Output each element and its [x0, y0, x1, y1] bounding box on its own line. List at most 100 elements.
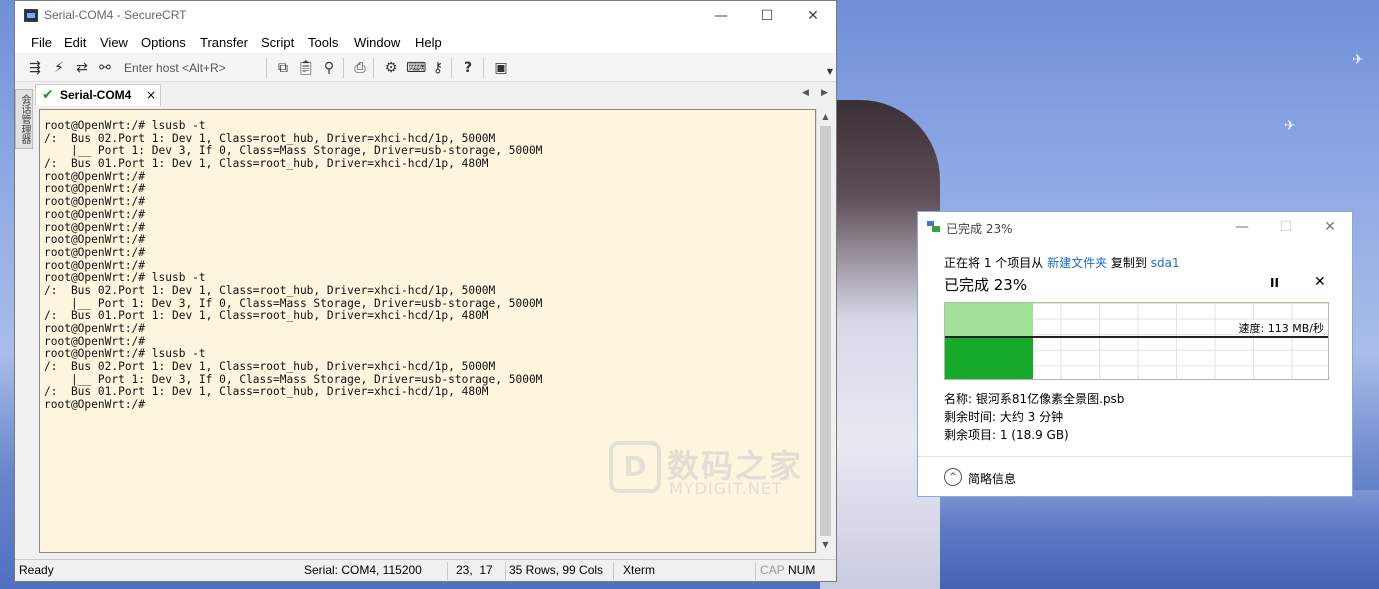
menu-edit[interactable]: Edit: [64, 35, 86, 50]
fewer-details-button[interactable]: 简略信息: [968, 470, 1016, 487]
menu-bar: File Edit View Options Transfer Script T…: [15, 31, 836, 53]
watermark: D 数码之家 MYDIGIT.NET: [609, 441, 809, 501]
keymap-icon[interactable]: ⌨: [406, 59, 426, 77]
connect-icon[interactable]: ⇶: [26, 59, 44, 77]
find-icon[interactable]: ⚲: [320, 59, 338, 77]
reconnect-icon[interactable]: ⇄: [73, 59, 91, 77]
status-caps-lock: CAP: [760, 563, 785, 577]
status-bar: Ready Serial: COM4, 115200 23, 17 35 Row…: [15, 559, 836, 581]
time-remaining: 剩余时间: 大约 3 分钟: [944, 410, 1064, 424]
tab-scroll-right-icon[interactable]: ▶: [821, 88, 828, 98]
tab-serial-com4[interactable]: ✔ Serial-COM4 ×: [35, 84, 161, 106]
title-bar[interactable]: Serial-COM4 - SecureCRT — ☐ ✕: [15, 1, 836, 31]
progress-fill-upper: [945, 303, 1033, 337]
bird-icon: ✈: [1284, 118, 1296, 134]
session-manager-tab[interactable]: 会话管理器: [15, 89, 33, 149]
copy-dialog-icon: [927, 221, 941, 233]
copy-description: 正在将 1 个项目从 新建文件夹 复制到 sda1: [944, 254, 1180, 271]
copy-dialog-title: 已完成 23%: [946, 222, 1013, 236]
screenshot-icon[interactable]: ▣: [492, 59, 510, 77]
menu-file[interactable]: File: [31, 35, 52, 50]
status-terminal-size: 35 Rows, 99 Cols: [509, 563, 604, 577]
terminal-line: /: Bus 02.Port 1: Dev 1, Class=root_hub,…: [44, 360, 496, 374]
terminal-line: root@OpenWrt:/#: [44, 322, 146, 335]
close-button[interactable]: ✕: [1312, 215, 1348, 239]
toolbar-separator: [483, 58, 484, 78]
scrollbar-thumb[interactable]: [820, 126, 831, 536]
status-terminal-type: Xterm: [623, 563, 656, 577]
tab-scroll-left-icon[interactable]: ◀: [802, 88, 809, 98]
chevron-up-icon[interactable]: ^: [944, 468, 962, 486]
toolbar-separator: [266, 58, 267, 78]
status-ready: Ready: [19, 563, 54, 577]
terminal-line: root@OpenWrt:/#: [44, 207, 146, 221]
menu-tools[interactable]: Tools: [308, 35, 338, 50]
terminal-line: root@OpenWrt:/#: [44, 169, 146, 183]
tab-close-icon[interactable]: ×: [146, 88, 156, 102]
speed-line: [945, 336, 1328, 338]
sftp-icon[interactable]: ⚷: [429, 59, 447, 77]
securecrt-window: Serial-COM4 - SecureCRT — ☐ ✕ File Edit …: [14, 0, 837, 582]
menu-transfer[interactable]: Transfer: [200, 35, 248, 50]
progress-percent-label: 已完成 23%: [944, 276, 1028, 294]
print-icon[interactable]: ⎙: [351, 59, 369, 77]
toolbar-separator: [373, 58, 374, 78]
toolbar: ⇶ ⚡ ⇄ ⚯ Enter host <Alt+R> ⧉ 📋︎ ⚲ ⎙ ⚙ ⌨ …: [15, 54, 836, 82]
stop-button[interactable]: ✕: [1314, 274, 1326, 290]
destination-link[interactable]: sda1: [1151, 256, 1180, 270]
securecrt-app-icon: [24, 9, 38, 22]
file-name: 名称: 银河系81亿像素全景图.psb: [944, 392, 1125, 406]
transfer-speed-graph: 速度: 113 MB/秒: [944, 302, 1329, 380]
close-button[interactable]: ✕: [790, 1, 836, 31]
watermark-logo: D: [609, 441, 661, 493]
pause-button[interactable]: II: [1270, 276, 1279, 290]
terminal-line: root@OpenWrt:/#: [44, 245, 146, 259]
terminal-line: root@OpenWrt:/#: [44, 398, 146, 412]
source-folder-link[interactable]: 新建文件夹: [1047, 256, 1107, 270]
status-separator: [755, 562, 756, 580]
menu-help[interactable]: Help: [415, 35, 442, 50]
toolbar-overflow-icon[interactable]: ▼: [821, 63, 839, 81]
copy-progress-dialog: 已完成 23% — ☐ ✕ 正在将 1 个项目从 新建文件夹 复制到 sda1 …: [917, 211, 1353, 497]
terminal-line: /: Bus 01.Port 1: Dev 1, Class=root_hub,…: [44, 309, 489, 323]
window-title: Serial-COM4 - SecureCRT: [44, 8, 187, 22]
copy-icon[interactable]: ⧉: [274, 59, 292, 77]
copy-description-prefix: 正在将 1 个项目从: [944, 256, 1048, 270]
menu-window[interactable]: Window: [354, 35, 400, 50]
maximize-button: ☐: [1279, 219, 1293, 235]
menu-script[interactable]: Script: [261, 35, 294, 50]
maximize-button[interactable]: ☐: [744, 1, 790, 31]
settings-icon[interactable]: ⚙: [382, 59, 400, 77]
terminal-line: root@OpenWrt:/#: [44, 195, 146, 209]
menu-view[interactable]: View: [100, 35, 128, 50]
terminal-scrollbar[interactable]: ▲ ▼: [816, 109, 833, 553]
tab-label: Serial-COM4: [60, 88, 132, 102]
status-separator: [447, 562, 448, 580]
minimize-button[interactable]: —: [1224, 215, 1260, 239]
status-separator: [505, 562, 506, 580]
quick-connect-icon[interactable]: ⚡: [50, 59, 68, 77]
terminal-line: /: Bus 02.Port 1: Dev 1, Class=root_hub,…: [44, 283, 496, 297]
menu-options[interactable]: Options: [141, 35, 186, 50]
connected-check-icon: ✔: [42, 87, 54, 103]
toolbar-separator: [451, 58, 452, 78]
status-num-lock: NUM: [788, 563, 816, 577]
terminal-line: root@OpenWrt:/# lsusb -t: [44, 119, 206, 132]
terminal-line: root@OpenWrt:/#: [44, 220, 146, 234]
scroll-down-icon[interactable]: ▼: [817, 537, 834, 553]
toolbar-separator: [343, 58, 344, 78]
tab-strip: ✔ Serial-COM4 × ◀ ▶: [35, 84, 836, 106]
terminal-line: root@OpenWrt:/#: [44, 182, 146, 196]
disconnect-icon[interactable]: ⚯: [96, 59, 114, 77]
help-icon[interactable]: ?: [459, 59, 477, 77]
status-cursor-position: 23, 17: [456, 563, 493, 577]
terminal-line: /: Bus 01.Port 1: Dev 1, Class=root_hub,…: [44, 385, 489, 399]
terminal-line: /: Bus 01.Port 1: Dev 1, Class=root_hub,…: [44, 157, 489, 171]
bird-icon: ✈: [1352, 52, 1364, 68]
paste-icon[interactable]: 📋︎: [297, 59, 315, 77]
scroll-up-icon[interactable]: ▲: [817, 109, 834, 125]
minimize-button[interactable]: —: [698, 1, 744, 31]
enter-host-input[interactable]: Enter host <Alt+R>: [124, 61, 226, 75]
divider: [918, 456, 1352, 457]
terminal-line: root@OpenWrt:/#: [44, 233, 146, 247]
